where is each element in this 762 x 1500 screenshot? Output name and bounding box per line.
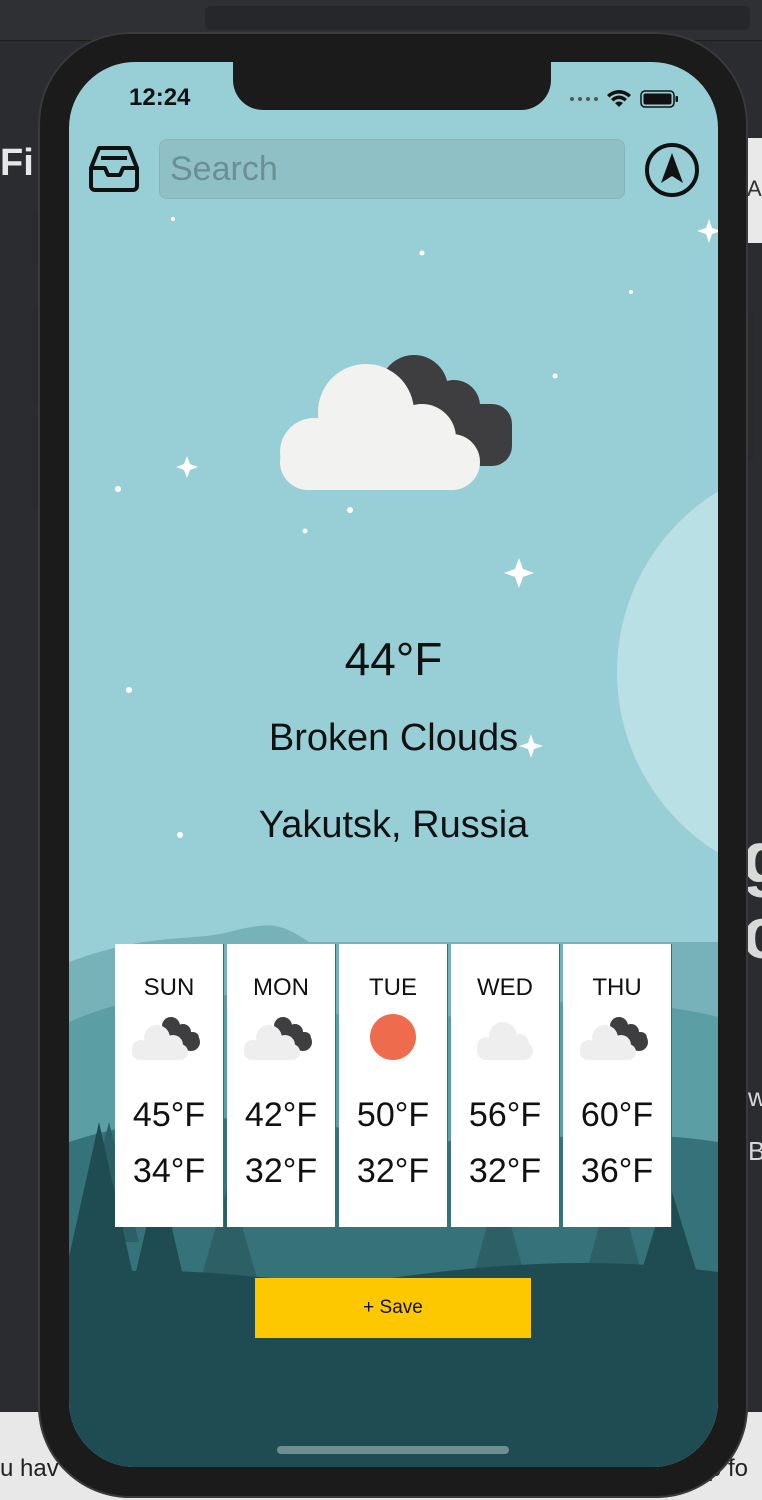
battery-icon bbox=[640, 90, 678, 108]
cellular-signal-icon bbox=[570, 97, 598, 101]
saved-locations-button[interactable] bbox=[87, 142, 141, 196]
forecast-low-temp: 32°F bbox=[468, 1152, 542, 1190]
forecast-low-temp: 34°F bbox=[132, 1152, 206, 1190]
host-right-text-line-1: w bbox=[748, 1082, 762, 1112]
forecast-high-temp: 56°F bbox=[468, 1096, 542, 1134]
forecast-high-temp: 45°F bbox=[132, 1096, 206, 1134]
cloud-icon bbox=[477, 1022, 533, 1060]
forecast-day-name: MON bbox=[253, 974, 309, 1001]
save-location-button[interactable]: + Save bbox=[255, 1278, 531, 1338]
broken-clouds-icon bbox=[280, 355, 512, 490]
forecast-strip: SUN 45°F 34°F MON 42°F 32°F TUE 50°F 32°… bbox=[115, 944, 671, 1227]
sun-icon bbox=[370, 1014, 416, 1060]
status-time: 12:24 bbox=[129, 84, 191, 111]
star bbox=[126, 687, 132, 693]
forecast-day-name: THU bbox=[592, 974, 642, 1001]
star bbox=[697, 219, 718, 243]
forecast-low-temp: 36°F bbox=[580, 1152, 654, 1190]
star bbox=[347, 507, 353, 513]
forecast-day-name: TUE bbox=[369, 974, 417, 1001]
star bbox=[504, 558, 534, 588]
desktop-background: Fi A g c w B u hav p fo bbox=[0, 0, 762, 1500]
volume-up-button bbox=[32, 310, 38, 402]
current-temperature: 44°F bbox=[344, 633, 443, 685]
star bbox=[171, 217, 175, 221]
forecast-high-temp: 50°F bbox=[356, 1096, 430, 1134]
landscape-background bbox=[69, 140, 718, 1467]
forecast-low-temp: 32°F bbox=[244, 1152, 318, 1190]
star bbox=[115, 486, 121, 492]
app-screen: 12:24 Search 44°F Broken Clouds Yakutsk,… bbox=[69, 62, 718, 1467]
home-indicator[interactable] bbox=[277, 1446, 509, 1454]
navigation-arrow-icon bbox=[645, 143, 699, 197]
broken-clouds-icon bbox=[132, 1017, 200, 1060]
display-notch bbox=[233, 62, 551, 110]
forecast-day-card[interactable]: MON 42°F 32°F bbox=[227, 944, 335, 1227]
star bbox=[176, 456, 198, 478]
forecast-day-card[interactable]: THU 60°F 36°F bbox=[563, 944, 671, 1227]
star bbox=[419, 250, 425, 256]
silent-switch bbox=[32, 212, 38, 264]
forecast-high-temp: 42°F bbox=[244, 1096, 318, 1134]
host-right-text-fragment: w B bbox=[748, 1070, 762, 1178]
broken-clouds-icon bbox=[244, 1017, 312, 1060]
volume-down-button bbox=[32, 416, 38, 508]
host-right-text-line-2: B bbox=[748, 1136, 762, 1166]
power-button bbox=[748, 310, 754, 460]
current-condition: Broken Clouds bbox=[268, 717, 519, 759]
forecast-low-temp: 32°F bbox=[356, 1152, 430, 1190]
status-icons bbox=[570, 88, 680, 110]
current-location: Yakutsk, Russia bbox=[258, 804, 529, 846]
star bbox=[552, 373, 558, 379]
search-input[interactable] bbox=[159, 139, 625, 199]
broken-clouds-icon bbox=[580, 1017, 648, 1060]
star bbox=[302, 528, 308, 534]
wifi-icon bbox=[607, 90, 631, 107]
forecast-day-name: SUN bbox=[143, 974, 195, 1001]
forecast-day-name: WED bbox=[477, 974, 533, 1001]
current-location-button[interactable] bbox=[644, 142, 700, 198]
forecast-high-temp: 60°F bbox=[580, 1096, 654, 1134]
forecast-day-card[interactable]: SUN 45°F 34°F bbox=[115, 944, 223, 1227]
forecast-day-card[interactable]: WED 56°F 32°F bbox=[451, 944, 559, 1227]
forecast-day-card[interactable]: TUE 50°F 32°F bbox=[339, 944, 447, 1227]
host-bottom-left-text: u hav bbox=[0, 1455, 59, 1482]
host-toolbar-field bbox=[205, 6, 750, 30]
star bbox=[629, 290, 633, 294]
host-right-panel: A bbox=[747, 138, 762, 243]
host-right-panel-text: A bbox=[747, 176, 762, 201]
inbox-tray-icon bbox=[89, 146, 139, 192]
host-left-text-fragment: Fi bbox=[0, 142, 34, 184]
